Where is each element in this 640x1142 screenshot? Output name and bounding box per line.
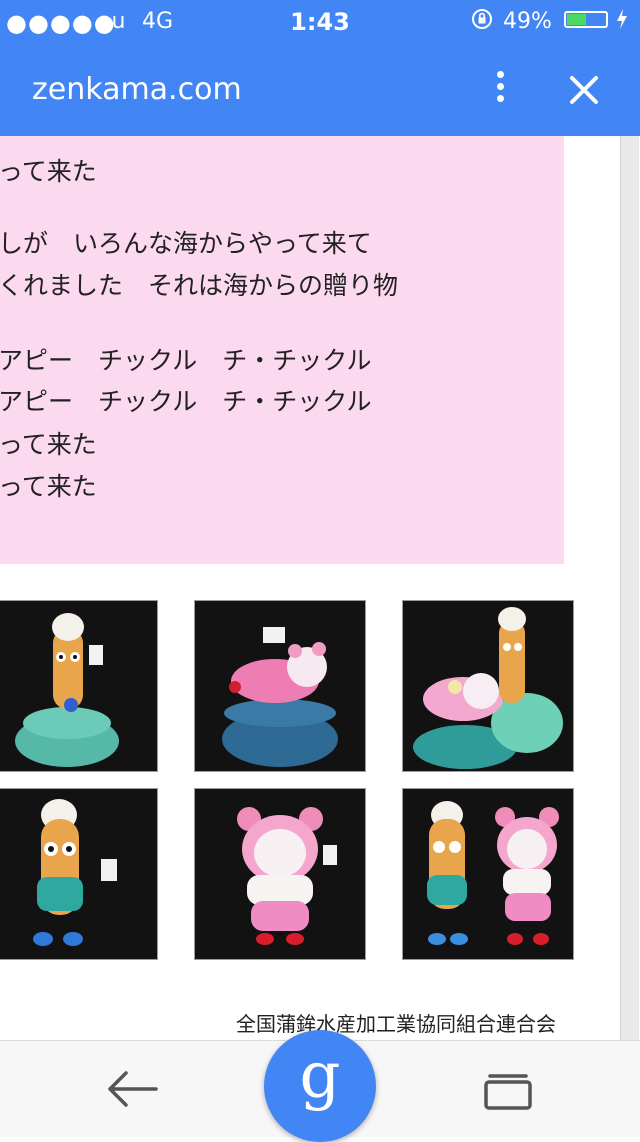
lyric-line-7: って来た [0,472,97,501]
url-label[interactable]: zenkama.com [32,72,242,107]
more-vert-icon[interactable] [484,66,516,110]
google-button[interactable]: g [264,1030,376,1142]
lyric-line-5: アピー チックル チ・チックル [0,387,372,416]
lyrics-box: って来た しが いろんな海からやって来て くれました それは海からの贈り物 アピ… [0,136,564,564]
lyric-line-6: って来た [0,430,97,459]
photo-chikuwa-character[interactable] [0,600,158,772]
photo-pink-bear-lying[interactable] [194,600,366,772]
photo-pink-bear-standing[interactable] [194,788,366,960]
close-icon[interactable] [560,66,608,114]
photo-chikuwa-standing[interactable] [0,788,158,960]
browser-toolbar: zenkama.com [0,40,640,136]
back-arrow-icon[interactable] [104,1067,160,1111]
lyric-line-3: くれました それは海からの贈り物 [0,271,399,300]
lyric-line-4: アピー チックル チ・チックル [0,346,372,375]
page-content[interactable]: って来た しが いろんな海からやって来て くれました それは海からの贈り物 アピ… [0,136,640,1040]
status-bar: ●●●●● au 4G 1:43 49% [0,0,640,40]
photo-both-on-stands[interactable] [402,600,574,772]
battery-level-fill [567,14,586,25]
tabs-icon[interactable] [482,1071,534,1111]
rotation-lock-icon [470,7,494,37]
photo-pair-holding-hands[interactable] [402,788,574,960]
lyric-line-2: しが いろんな海からやって来て [0,229,372,258]
scrollbar[interactable] [620,136,639,1040]
google-icon: g [299,1039,341,1113]
battery-percent: 49% [503,9,552,34]
battery-icon [564,11,608,28]
lyric-line-1: って来た [0,157,97,186]
charging-icon [616,7,628,36]
organization-name: 全国蒲鉾水産加工業協同組合連合会 [236,1012,556,1036]
